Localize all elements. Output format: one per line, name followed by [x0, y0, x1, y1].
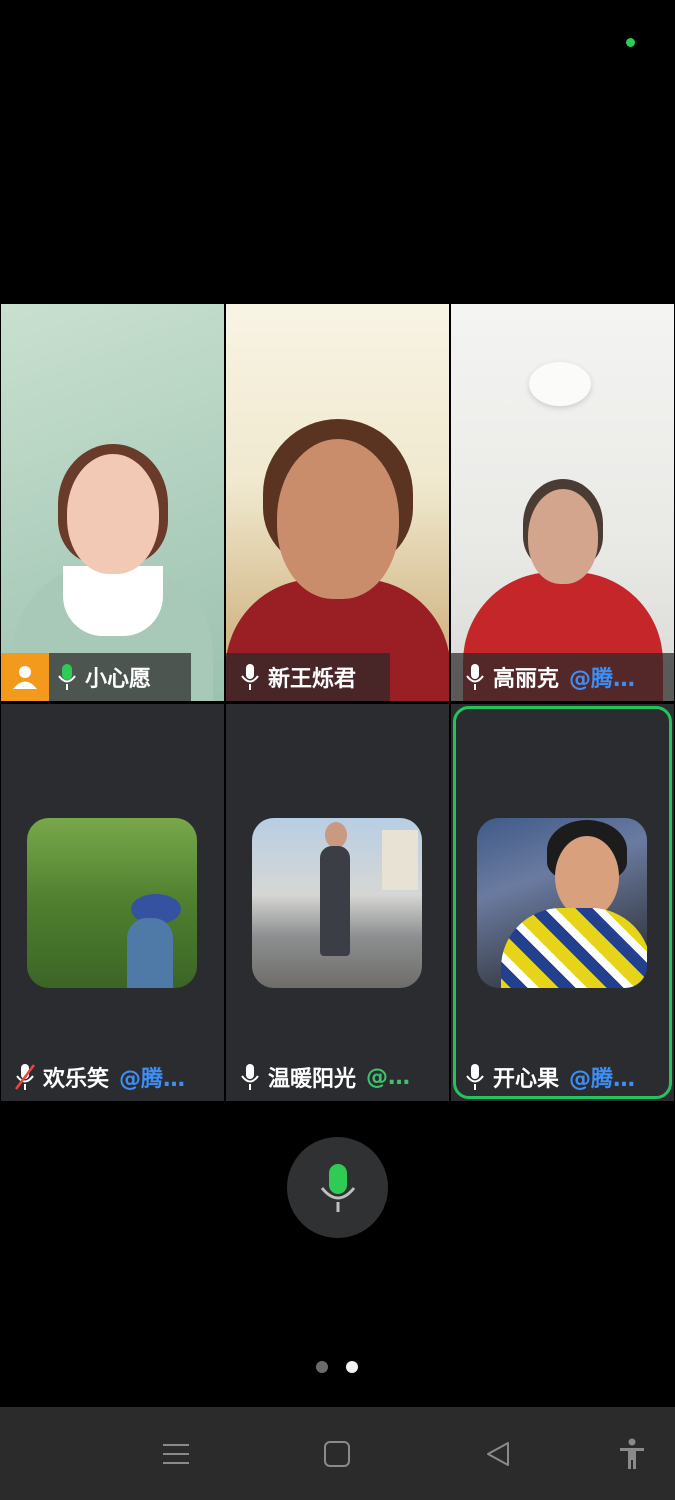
mute-toggle-button[interactable]	[287, 1137, 388, 1238]
participant-avatar	[27, 818, 197, 988]
menu-button[interactable]	[136, 1407, 216, 1500]
participant-name-bar: 高丽克 @腾…	[451, 653, 674, 701]
mic-icon	[232, 653, 268, 701]
participant-org: @…	[366, 1064, 411, 1090]
accessibility-icon	[620, 1438, 644, 1469]
mic-icon	[232, 1053, 268, 1101]
participant-name-bar: 欢乐笑 @腾…	[1, 1053, 224, 1101]
home-square-icon	[324, 1440, 350, 1467]
host-badge-icon	[1, 653, 49, 701]
page-dot-1[interactable]	[316, 1361, 328, 1373]
accessibility-button[interactable]	[592, 1407, 672, 1500]
participant-name: 欢乐笑	[43, 1067, 110, 1092]
menu-icon	[163, 1443, 189, 1464]
mic-muted-icon	[7, 1053, 43, 1101]
participant-name: 新王烁君	[268, 667, 357, 692]
participant-org: @腾…	[569, 1067, 636, 1092]
recording-status-dot	[626, 38, 635, 47]
home-button[interactable]	[297, 1407, 377, 1500]
participant-tile-6[interactable]: 开心果 @腾…	[451, 704, 674, 1101]
participant-name-bar: 新王烁君	[226, 653, 390, 701]
ceiling-lamp	[529, 362, 591, 406]
participant-name: 温暖阳光	[268, 1067, 357, 1092]
page-indicator	[316, 1361, 358, 1373]
participant-tile-5[interactable]: 温暖阳光 @…	[226, 704, 449, 1101]
participant-tile-2[interactable]: 新王烁君	[226, 304, 449, 701]
participant-name-bar: 温暖阳光 @…	[226, 1053, 449, 1101]
back-triangle-icon	[487, 1441, 509, 1466]
participant-name: 小心愿	[85, 667, 152, 692]
participant-name: 高丽克	[493, 667, 560, 692]
microphone-icon	[320, 1163, 355, 1212]
mic-icon	[457, 653, 493, 701]
mic-icon	[457, 1053, 493, 1101]
participant-avatar	[252, 818, 422, 988]
participant-org: @腾…	[569, 667, 636, 692]
participant-org: @腾…	[119, 1067, 186, 1092]
mic-active-icon	[49, 653, 85, 701]
participant-tile-4[interactable]: 欢乐笑 @腾…	[1, 704, 224, 1101]
active-speaker-frame	[453, 706, 672, 1099]
participant-name-bar: 小心愿	[1, 653, 191, 701]
back-button[interactable]	[458, 1407, 538, 1500]
participant-tile-1[interactable]: 小心愿	[1, 304, 224, 701]
participant-name-bar: 开心果 @腾…	[451, 1053, 674, 1101]
page-dot-2[interactable]	[346, 1361, 358, 1373]
system-navigation-bar	[0, 1407, 675, 1500]
participant-name: 开心果	[493, 1067, 560, 1092]
participant-tile-3[interactable]: 高丽克 @腾…	[451, 304, 674, 701]
